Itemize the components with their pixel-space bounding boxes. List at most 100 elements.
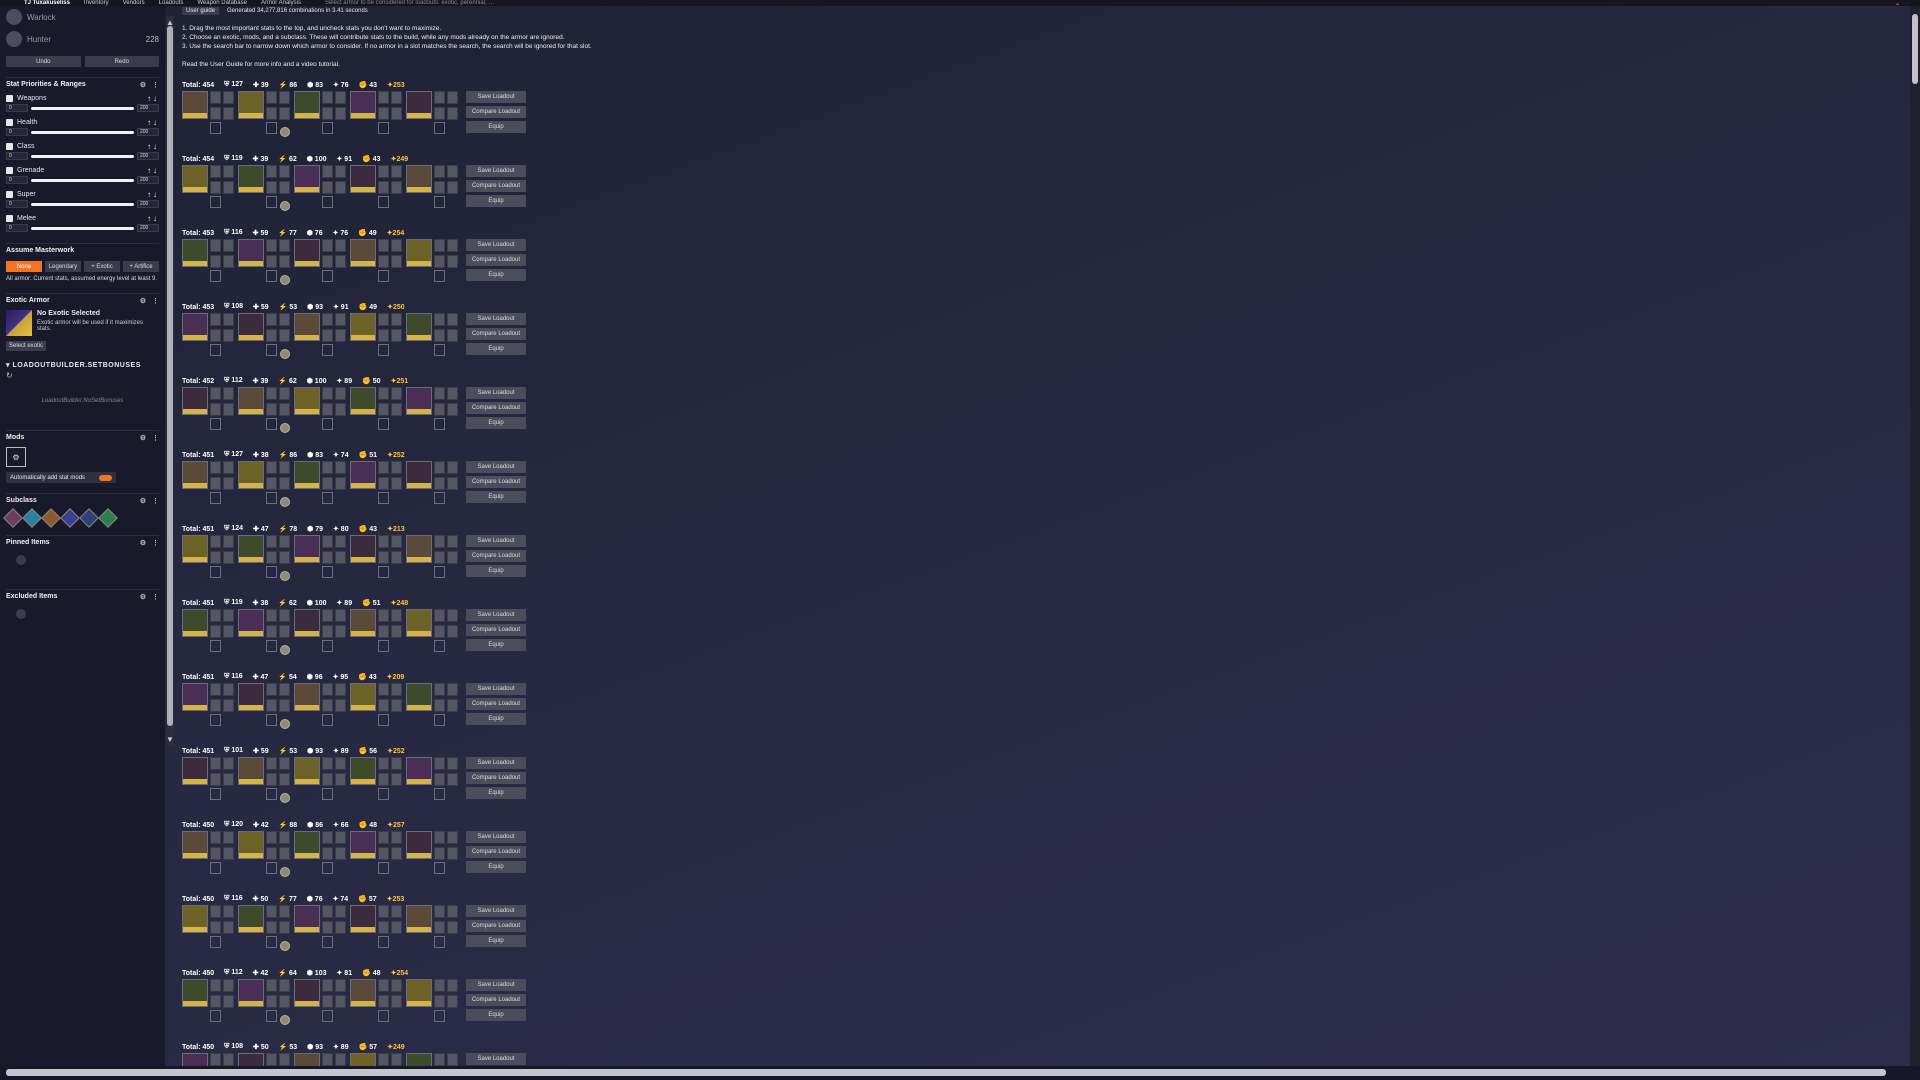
mod-socket-icon[interactable] xyxy=(378,757,389,770)
mod-socket-icon[interactable] xyxy=(434,905,445,918)
mod-socket-icon[interactable] xyxy=(266,995,277,1008)
mod-socket-icon[interactable] xyxy=(335,847,346,860)
mod-socket-icon[interactable] xyxy=(266,91,277,104)
equip-button[interactable]: Equip xyxy=(466,565,526,577)
extra-socket-icon[interactable] xyxy=(378,714,389,726)
mod-socket-icon[interactable] xyxy=(210,831,221,844)
equip-button[interactable]: Equip xyxy=(466,491,526,503)
extra-socket-icon[interactable] xyxy=(210,566,221,578)
extra-socket-icon[interactable] xyxy=(322,270,333,282)
armor-image[interactable] xyxy=(350,831,376,859)
mod-socket-icon[interactable] xyxy=(434,255,445,268)
stat-row-melee[interactable]: Melee ↑↓ 0 200 xyxy=(6,213,159,233)
mod-socket-icon[interactable] xyxy=(447,181,458,194)
extra-socket-icon[interactable] xyxy=(322,344,333,356)
armor-piece[interactable] xyxy=(294,239,346,282)
stat-max-input[interactable]: 200 xyxy=(137,128,159,136)
extra-socket-icon[interactable] xyxy=(322,640,333,652)
stat-row-grenade[interactable]: Grenade ↑↓ 0 200 xyxy=(6,165,159,185)
mod-socket-icon[interactable] xyxy=(279,773,290,786)
armor-image[interactable] xyxy=(350,535,376,563)
armor-image[interactable] xyxy=(294,1053,320,1066)
mod-socket-icon[interactable] xyxy=(322,313,333,326)
save-loadout-button[interactable]: Save Loadout xyxy=(466,387,526,399)
armor-piece[interactable] xyxy=(406,683,458,726)
mod-socket-icon[interactable] xyxy=(223,921,234,934)
select-exotic-button[interactable]: Select exotic xyxy=(6,341,46,351)
mod-socket-icon[interactable] xyxy=(378,683,389,696)
equip-button[interactable]: Equip xyxy=(466,713,526,725)
mod-socket-icon[interactable] xyxy=(335,625,346,638)
armor-image[interactable] xyxy=(350,387,376,415)
stat-row-weapons[interactable]: Weapons ↑↓ 0 200 xyxy=(6,93,159,113)
armor-piece[interactable] xyxy=(182,91,234,134)
user-guide-button[interactable]: User guide xyxy=(182,7,220,15)
stat-max-input[interactable]: 200 xyxy=(137,224,159,232)
mod-socket-icon[interactable] xyxy=(266,403,277,416)
armor-image[interactable] xyxy=(182,239,208,267)
extra-socket-icon[interactable] xyxy=(434,788,445,800)
armor-image[interactable] xyxy=(406,535,432,563)
mod-socket-icon[interactable] xyxy=(322,905,333,918)
mod-socket-icon[interactable] xyxy=(322,535,333,548)
equip-button[interactable]: Equip xyxy=(466,121,526,133)
mod-socket-icon[interactable] xyxy=(391,181,402,194)
armor-image[interactable] xyxy=(238,535,264,563)
armor-piece[interactable] xyxy=(182,387,234,430)
armor-image[interactable] xyxy=(238,905,264,933)
extra-socket-icon[interactable] xyxy=(210,492,221,504)
mod-socket-icon[interactable] xyxy=(210,255,221,268)
armor-image[interactable] xyxy=(294,757,320,785)
stat-checkbox[interactable] xyxy=(6,94,13,102)
mod-socket-icon[interactable] xyxy=(447,995,458,1008)
mod-socket-icon[interactable] xyxy=(391,995,402,1008)
mod-socket-icon[interactable] xyxy=(447,165,458,178)
stat-max-input[interactable]: 200 xyxy=(137,200,159,208)
mod-socket-icon[interactable] xyxy=(434,625,445,638)
equip-button[interactable]: Equip xyxy=(466,1009,526,1021)
ghost-mod-icon[interactable] xyxy=(280,645,290,655)
extra-socket-icon[interactable] xyxy=(434,492,445,504)
subclass-icon[interactable] xyxy=(41,508,61,528)
mod-socket-icon[interactable] xyxy=(447,535,458,548)
mod-socket-icon[interactable] xyxy=(322,255,333,268)
compare-loadout-button[interactable]: Compare Loadout xyxy=(466,476,526,488)
armor-image[interactable] xyxy=(406,831,432,859)
mod-socket-icon[interactable] xyxy=(210,773,221,786)
extra-socket-icon[interactable] xyxy=(434,862,445,874)
stat-max-input[interactable]: 200 xyxy=(137,152,159,160)
subclass-icon[interactable] xyxy=(79,508,99,528)
armor-piece[interactable] xyxy=(350,609,402,652)
mod-socket-icon[interactable] xyxy=(279,239,290,252)
mod-socket-icon[interactable] xyxy=(210,165,221,178)
mod-socket-icon[interactable] xyxy=(447,329,458,342)
mod-socket-icon[interactable] xyxy=(335,313,346,326)
mod-socket-icon[interactable] xyxy=(279,329,290,342)
mod-socket-icon[interactable] xyxy=(210,683,221,696)
mod-socket-icon[interactable] xyxy=(335,461,346,474)
mod-socket-icon[interactable] xyxy=(223,773,234,786)
extra-socket-icon[interactable] xyxy=(378,1010,389,1022)
mod-socket-icon[interactable] xyxy=(266,773,277,786)
mod-socket-icon[interactable] xyxy=(210,239,221,252)
mod-socket-icon[interactable] xyxy=(434,979,445,992)
stat-checkbox[interactable] xyxy=(6,142,13,150)
armor-piece[interactable] xyxy=(350,165,402,208)
mod-socket-icon[interactable] xyxy=(223,995,234,1008)
add-mod-button[interactable]: ⚙ xyxy=(6,447,26,467)
mod-socket-icon[interactable] xyxy=(391,847,402,860)
save-loadout-button[interactable]: Save Loadout xyxy=(466,683,526,695)
extra-socket-icon[interactable] xyxy=(434,270,445,282)
mod-socket-icon[interactable] xyxy=(378,847,389,860)
setbonus-toggle[interactable]: ▾ LOADOUTBUILDER.SETBONUSES xyxy=(6,361,159,369)
extra-socket-icon[interactable] xyxy=(434,936,445,948)
ghost-mod-icon[interactable] xyxy=(280,497,290,507)
extra-socket-icon[interactable] xyxy=(434,196,445,208)
extra-socket-icon[interactable] xyxy=(210,270,221,282)
armor-image[interactable] xyxy=(294,831,320,859)
stat-row-class[interactable]: Class ↑↓ 0 200 xyxy=(6,141,159,161)
armor-image[interactable] xyxy=(238,831,264,859)
more-icon[interactable]: ⋮ xyxy=(152,81,159,89)
mod-socket-icon[interactable] xyxy=(279,921,290,934)
armor-piece[interactable] xyxy=(406,905,458,948)
